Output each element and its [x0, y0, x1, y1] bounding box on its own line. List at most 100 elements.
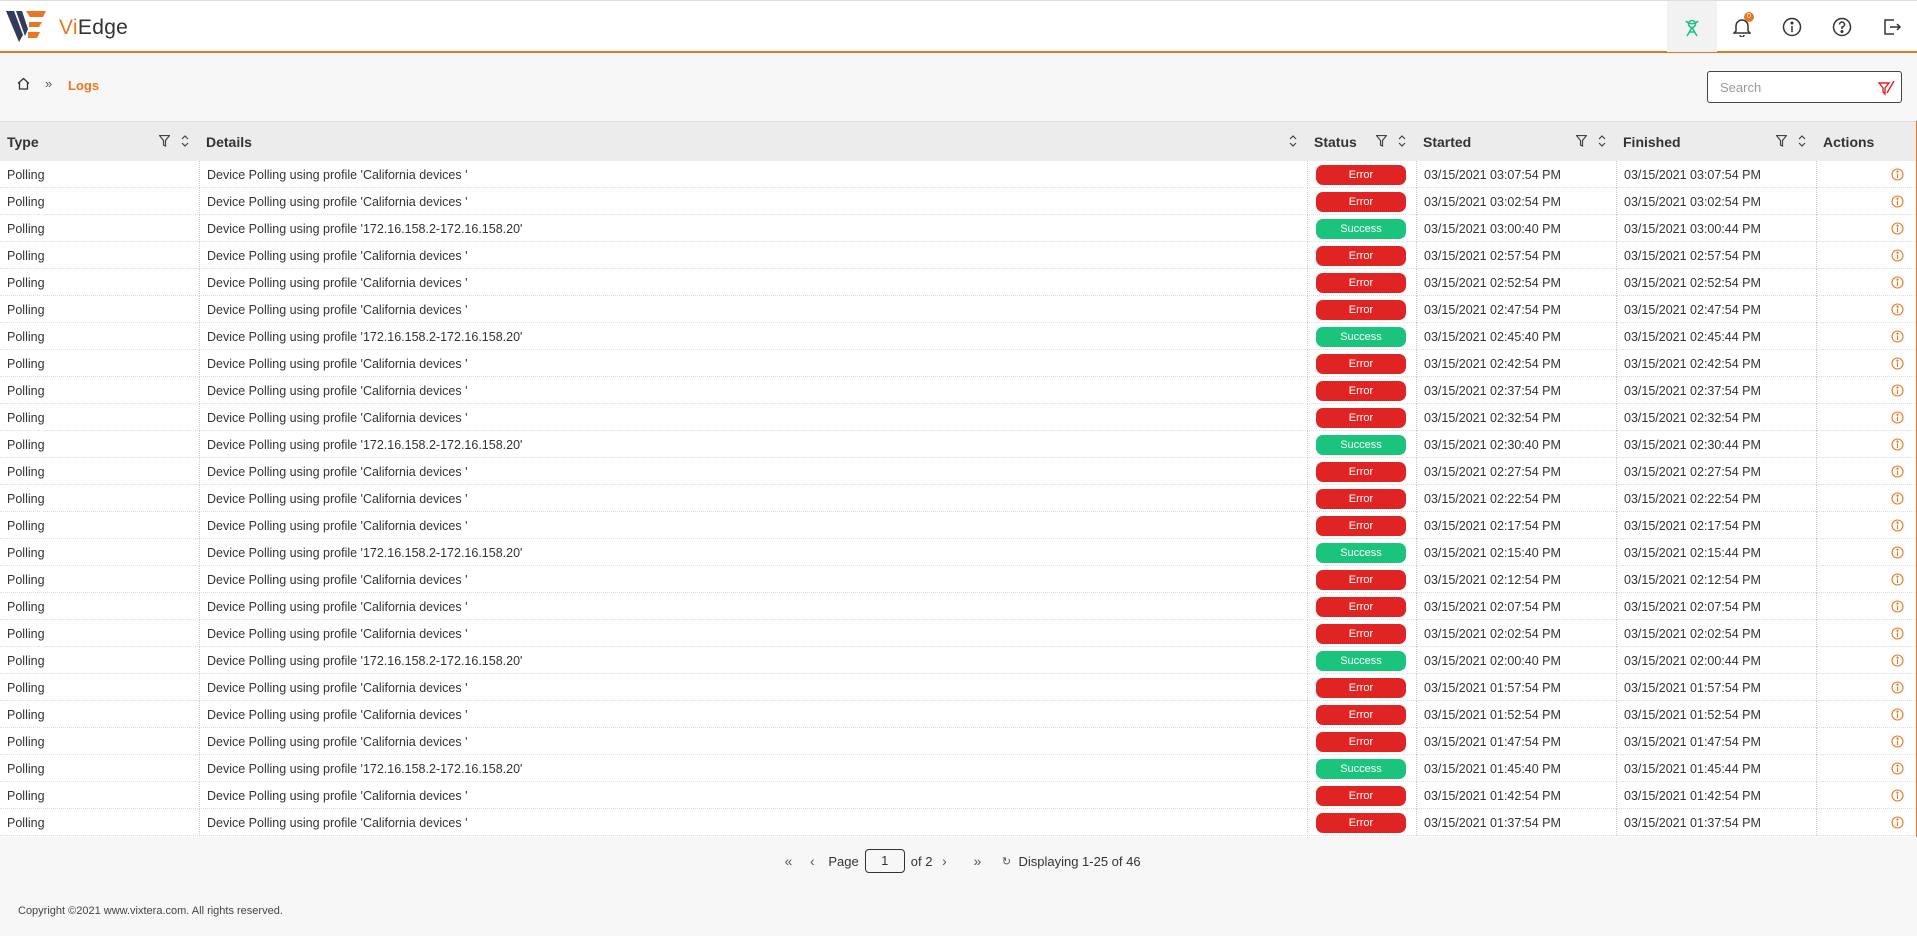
cell-finished: 03/15/2021 03:02:54 PM [1616, 188, 1816, 215]
sort-icon[interactable] [1598, 135, 1606, 147]
page-number-input[interactable]: 1 [864, 849, 905, 873]
viedge-logo[interactable] [6, 9, 48, 43]
table-row[interactable]: Polling Device Polling using profile 'Cal… [0, 593, 1916, 620]
table-row[interactable]: Polling Device Polling using profile 'Cal… [0, 701, 1916, 728]
table-row[interactable]: Polling Device Polling using profile 'Cal… [0, 161, 1916, 188]
table-row[interactable]: Polling Device Polling using profile 'Cal… [0, 782, 1916, 809]
sort-icon[interactable] [1289, 135, 1297, 147]
sort-icon[interactable] [181, 135, 189, 147]
refresh-icon[interactable]: ↻ [997, 852, 1015, 870]
column-header-details[interactable]: Details [199, 122, 1307, 162]
column-header-type[interactable]: Type [0, 122, 199, 162]
details-info-icon[interactable] [1891, 411, 1904, 424]
table-row[interactable]: Polling Device Polling using profile '172… [0, 539, 1916, 566]
details-info-icon[interactable] [1891, 735, 1904, 748]
sort-icon[interactable] [1798, 135, 1806, 147]
table-row[interactable]: Polling Device Polling using profile '172… [0, 647, 1916, 674]
pagination: « ‹ Page 1 of 2 › » ↻ Displaying 1-25 of… [0, 849, 1917, 873]
details-info-icon[interactable] [1891, 789, 1904, 802]
table-row[interactable]: Polling Device Polling using profile '172… [0, 755, 1916, 782]
details-info-icon[interactable] [1891, 330, 1904, 343]
satellite-icon[interactable] [1667, 1, 1717, 52]
cell-status: Error [1307, 782, 1416, 809]
prev-page-icon[interactable]: ‹ [803, 852, 821, 870]
details-info-icon[interactable] [1891, 654, 1904, 667]
column-header-status[interactable]: Status [1307, 122, 1416, 162]
cell-type: Polling [7, 221, 45, 236]
filter-icon[interactable] [159, 135, 170, 147]
column-header-finished[interactable]: Finished [1616, 122, 1816, 162]
table-row[interactable]: Polling Device Polling using profile 'Cal… [0, 242, 1916, 269]
logout-icon[interactable] [1867, 1, 1917, 52]
bell-icon[interactable]: 0 [1717, 1, 1767, 52]
details-info-icon[interactable] [1891, 276, 1904, 289]
table-row[interactable]: Polling Device Polling using profile 'Cal… [0, 296, 1916, 323]
info-icon[interactable] [1767, 1, 1817, 52]
details-info-icon[interactable] [1891, 168, 1904, 181]
next-page-icon[interactable]: › [935, 852, 953, 870]
cell-status: Success [1307, 539, 1416, 566]
details-info-icon[interactable] [1891, 708, 1904, 721]
table-row[interactable]: Polling Device Polling using profile 'Cal… [0, 269, 1916, 296]
status-badge: Error [1316, 272, 1406, 293]
details-info-icon[interactable] [1891, 573, 1904, 586]
cell-started: 03/15/2021 02:27:54 PM [1416, 458, 1616, 485]
table-row[interactable]: Polling Device Polling using profile '172… [0, 215, 1916, 242]
home-icon[interactable] [17, 77, 30, 95]
details-info-icon[interactable] [1891, 627, 1904, 640]
help-icon[interactable] [1817, 1, 1867, 52]
details-info-icon[interactable] [1891, 816, 1904, 829]
clear-filter-icon[interactable] [1877, 79, 1895, 102]
details-info-icon[interactable] [1891, 438, 1904, 451]
cell-status: Error [1307, 296, 1416, 323]
cell-status: Error [1307, 350, 1416, 377]
table-row[interactable]: Polling Device Polling using profile 'Cal… [0, 350, 1916, 377]
cell-finished: 03/15/2021 01:45:44 PM [1616, 755, 1816, 782]
details-info-icon[interactable] [1891, 762, 1904, 775]
first-page-icon[interactable]: « [779, 852, 797, 870]
details-info-icon[interactable] [1891, 249, 1904, 262]
sort-icon[interactable] [1398, 135, 1406, 147]
cell-started: 03/15/2021 02:45:40 PM [1416, 323, 1616, 350]
search-input[interactable] [1720, 73, 1880, 101]
column-header-started[interactable]: Started [1416, 122, 1616, 162]
details-info-icon[interactable] [1891, 357, 1904, 370]
details-info-icon[interactable] [1891, 465, 1904, 478]
cell-started: 03/15/2021 02:15:40 PM [1416, 539, 1616, 566]
cell-finished: 03/15/2021 01:47:54 PM [1616, 728, 1816, 755]
cell-actions [1816, 458, 1916, 485]
filter-icon[interactable] [1776, 135, 1787, 147]
table-row[interactable]: Polling Device Polling using profile 'Cal… [0, 566, 1916, 593]
table-row[interactable]: Polling Device Polling using profile 'Cal… [0, 377, 1916, 404]
table-row[interactable]: Polling Device Polling using profile 'Cal… [0, 458, 1916, 485]
table-row[interactable]: Polling Device Polling using profile 'Cal… [0, 188, 1916, 215]
table-row[interactable]: Polling Device Polling using profile 'Cal… [0, 674, 1916, 701]
filter-icon[interactable] [1576, 135, 1587, 147]
table-row[interactable]: Polling Device Polling using profile 'Cal… [0, 728, 1916, 755]
details-info-icon[interactable] [1891, 222, 1904, 235]
cell-type: Polling [7, 788, 45, 803]
table-row[interactable]: Polling Device Polling using profile 'Cal… [0, 485, 1916, 512]
details-info-icon[interactable] [1891, 519, 1904, 532]
details-info-icon[interactable] [1891, 384, 1904, 397]
table-row[interactable]: Polling Device Polling using profile 'Cal… [0, 512, 1916, 539]
table-row[interactable]: Polling Device Polling using profile 'Cal… [0, 620, 1916, 647]
last-page-icon[interactable]: » [968, 852, 986, 870]
table-row[interactable]: Polling Device Polling using profile '172… [0, 431, 1916, 458]
table-row[interactable]: Polling Device Polling using profile 'Cal… [0, 404, 1916, 431]
details-info-icon[interactable] [1891, 195, 1904, 208]
table-row[interactable]: Polling Device Polling using profile 'Cal… [0, 809, 1916, 836]
details-info-icon[interactable] [1891, 492, 1904, 505]
cell-started: 03/15/2021 01:42:54 PM [1416, 782, 1616, 809]
cell-actions [1816, 377, 1916, 404]
cell-details: Device Polling using profile 'California… [199, 620, 1307, 647]
details-info-icon[interactable] [1891, 681, 1904, 694]
page-count: of 2 [910, 853, 933, 869]
status-badge: Success [1316, 434, 1406, 455]
cell-status: Error [1307, 404, 1416, 431]
filter-icon[interactable] [1376, 135, 1387, 147]
table-row[interactable]: Polling Device Polling using profile '172… [0, 323, 1916, 350]
details-info-icon[interactable] [1891, 546, 1904, 559]
details-info-icon[interactable] [1891, 600, 1904, 613]
details-info-icon[interactable] [1891, 303, 1904, 316]
